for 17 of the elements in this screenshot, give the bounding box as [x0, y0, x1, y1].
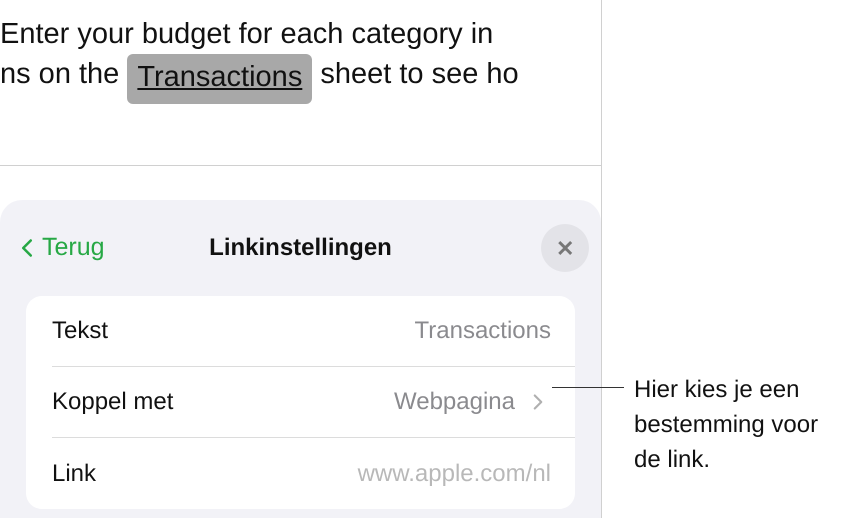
- row-value: Transactions: [414, 316, 551, 346]
- callout-text: Hier kies je een bestemming voor de link.: [634, 375, 820, 475]
- settings-row[interactable]: Link www.apple.com/nl: [52, 438, 575, 509]
- panel-title: Linkinstellingen: [208, 233, 393, 263]
- close-button[interactable]: ✕: [541, 224, 589, 272]
- row-label: Tekst: [52, 316, 108, 346]
- settings-row[interactable]: Tekst Transactions: [52, 296, 575, 367]
- row-value: www.apple.com/nl: [358, 458, 551, 488]
- settings-row[interactable]: Koppel met Webpagina: [52, 367, 575, 438]
- document-text: Enter your budget for each category in: [0, 17, 494, 52]
- row-label: Koppel met: [52, 387, 174, 417]
- leader-line: [552, 387, 624, 388]
- row-label: Link: [52, 458, 96, 488]
- selected-link-text[interactable]: Transactions: [127, 54, 312, 104]
- document-text: sheet to see ho: [319, 57, 519, 92]
- row-value: Webpagina: [394, 387, 515, 417]
- document-text: ns on the: [0, 57, 120, 92]
